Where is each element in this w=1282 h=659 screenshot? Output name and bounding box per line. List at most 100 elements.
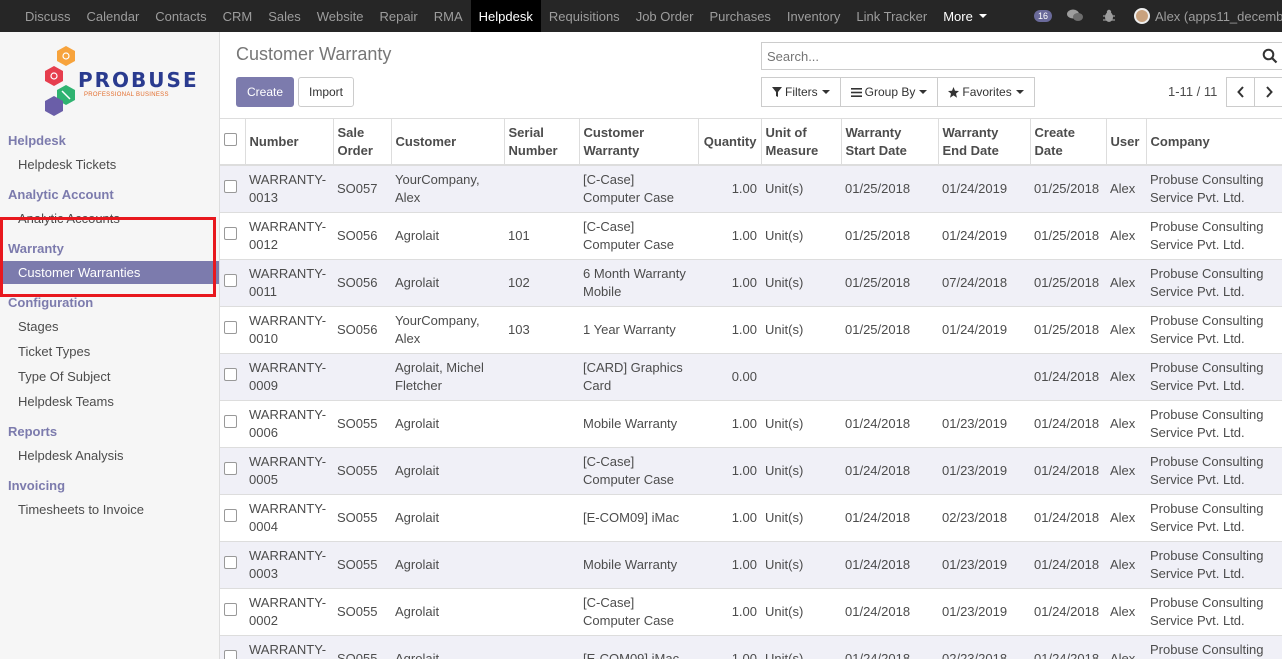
row-checkbox[interactable] bbox=[224, 649, 237, 659]
chat-icon[interactable] bbox=[1064, 0, 1086, 32]
app-menu-item-link-tracker[interactable]: Link Tracker bbox=[848, 0, 935, 32]
group-by-button[interactable]: Group By bbox=[839, 77, 939, 107]
more-menu-button[interactable]: More bbox=[935, 0, 995, 32]
column-header-sale-order[interactable]: Sale Order bbox=[333, 119, 392, 166]
table-row[interactable]: WARRANTY-0011 SO056 Agrolait 102 6 Month War… bbox=[220, 259, 1282, 307]
table-row[interactable]: WARRANTY-0006 SO055 Agrolait Mobile Warrant… bbox=[220, 400, 1282, 448]
menu-header-configuration[interactable]: Configuration bbox=[8, 295, 93, 310]
menu-header-invoicing[interactable]: Invoicing bbox=[8, 478, 65, 493]
search-input[interactable] bbox=[762, 43, 1252, 69]
row-checkbox-cell[interactable] bbox=[220, 588, 245, 636]
table-row[interactable]: WARRANTY-0012 SO056 Agrolait 101 [C-Case] Co… bbox=[220, 212, 1282, 260]
menu-header-analytic-account[interactable]: Analytic Account bbox=[8, 187, 114, 202]
menu-item-stages[interactable]: Stages bbox=[18, 319, 58, 334]
notification-badge[interactable]: 16 bbox=[1034, 10, 1053, 22]
row-checkbox-cell[interactable] bbox=[220, 306, 245, 354]
row-checkbox-cell[interactable] bbox=[220, 165, 245, 213]
chevron-left-icon bbox=[1236, 86, 1244, 98]
table-row[interactable]: WARRANTY-0003 SO055 Agrolait Mobile Warrant… bbox=[220, 541, 1282, 589]
menu-header-reports[interactable]: Reports bbox=[8, 424, 57, 439]
row-checkbox[interactable] bbox=[224, 508, 237, 522]
column-header-customer-warranty[interactable]: Customer Warranty bbox=[579, 119, 699, 166]
pager-next-button[interactable] bbox=[1254, 77, 1282, 107]
app-menu-item-website[interactable]: Website bbox=[309, 0, 372, 32]
app-menu-item-job-order[interactable]: Job Order bbox=[628, 0, 702, 32]
row-checkbox[interactable] bbox=[224, 226, 237, 240]
column-header-number[interactable]: Number bbox=[245, 119, 334, 166]
column-header-serial-number[interactable]: Serial Number bbox=[504, 119, 580, 166]
table-row[interactable]: WARRANTY-0009 Agrolait, Michel Fletcher [C… bbox=[220, 353, 1282, 401]
column-header-create-date[interactable]: Create Date bbox=[1030, 119, 1107, 166]
cell-user: Alex bbox=[1106, 494, 1146, 542]
table-header-row: Number Sale Order Customer Serial Number Cus… bbox=[220, 119, 1282, 166]
app-menu-item-inventory[interactable]: Inventory bbox=[779, 0, 848, 32]
row-checkbox[interactable] bbox=[224, 555, 237, 569]
app-menu-item-contacts[interactable]: Contacts bbox=[147, 0, 214, 32]
filters-button[interactable]: Filters bbox=[761, 77, 841, 107]
row-checkbox[interactable] bbox=[224, 602, 237, 616]
column-header-warranty-end-date[interactable]: Warranty End Date bbox=[938, 119, 1031, 166]
app-menu-item-rma[interactable]: RMA bbox=[426, 0, 471, 32]
row-checkbox[interactable] bbox=[224, 461, 237, 475]
filters-label: Filters bbox=[785, 85, 818, 99]
import-button[interactable]: Import bbox=[298, 77, 354, 107]
table-row[interactable]: WARRANTY-0010 SO056 YourCompany, Alex 103 1 … bbox=[220, 306, 1282, 354]
table-row[interactable]: WARRANTY-0005 SO055 Agrolait [C-Case] Compu… bbox=[220, 447, 1282, 495]
row-checkbox-cell[interactable] bbox=[220, 353, 245, 401]
app-menu-item-crm[interactable]: CRM bbox=[215, 0, 261, 32]
menu-item-type-of-subject[interactable]: Type Of Subject bbox=[18, 369, 111, 384]
table-row[interactable]: WARRANTY-0004 SO055 Agrolait [E-COM09] iMac… bbox=[220, 494, 1282, 542]
column-header-company[interactable]: Company bbox=[1146, 119, 1282, 166]
app-menu-item-calendar[interactable]: Calendar bbox=[79, 0, 148, 32]
app-menu-item-discuss[interactable]: Discuss bbox=[17, 0, 79, 32]
row-checkbox[interactable] bbox=[224, 367, 237, 381]
cell-customer: Agrolait bbox=[391, 635, 504, 659]
cell-warranty-start-date: 01/24/2018 bbox=[841, 541, 938, 589]
cell-user: Alex bbox=[1106, 165, 1146, 213]
menu-item-ticket-types[interactable]: Ticket Types bbox=[18, 344, 90, 359]
menu-item-timesheets-to-invoice[interactable]: Timesheets to Invoice bbox=[18, 502, 144, 517]
menu-item-helpdesk-teams[interactable]: Helpdesk Teams bbox=[18, 394, 114, 409]
bug-icon[interactable] bbox=[1098, 0, 1120, 32]
favorites-button[interactable]: Favorites bbox=[937, 77, 1035, 107]
table-row[interactable]: WARRANTY-0013 SO057 YourCompany, Alex [C-Ca… bbox=[220, 165, 1282, 213]
search-icon[interactable] bbox=[1262, 48, 1278, 64]
select-all-checkbox[interactable] bbox=[224, 132, 237, 146]
table-body: WARRANTY-0013 SO057 YourCompany, Alex [C-Ca… bbox=[220, 165, 1282, 659]
cell-warranty-start-date: 01/25/2018 bbox=[841, 165, 938, 213]
row-checkbox-cell[interactable] bbox=[220, 447, 245, 495]
menu-header-helpdesk[interactable]: Helpdesk bbox=[8, 133, 66, 148]
cell-sale-order: SO056 bbox=[333, 306, 391, 354]
row-checkbox[interactable] bbox=[224, 320, 237, 334]
app-menu-item-requisitions[interactable]: Requisitions bbox=[541, 0, 628, 32]
menu-item-helpdesk-analysis[interactable]: Helpdesk Analysis bbox=[18, 448, 124, 463]
app-menu-item-helpdesk[interactable]: Helpdesk bbox=[470, 0, 541, 32]
menu-item-helpdesk-tickets[interactable]: Helpdesk Tickets bbox=[18, 157, 116, 172]
table-row[interactable]: WARRANTY-0001SO055Agrolait [E-COM09] iMac… bbox=[220, 635, 1282, 659]
cell-unit-of-measure: Unit(s) bbox=[761, 400, 841, 448]
app-menu-item-repair[interactable]: Repair bbox=[371, 0, 425, 32]
column-header-quantity[interactable]: Quantity bbox=[698, 119, 762, 166]
pager-previous-button[interactable] bbox=[1226, 77, 1255, 107]
row-checkbox-cell[interactable] bbox=[220, 635, 245, 659]
create-button[interactable]: Create bbox=[236, 77, 294, 107]
table-row[interactable]: WARRANTY-0002 SO055 Agrolait [C-Case] Compu… bbox=[220, 588, 1282, 636]
row-checkbox[interactable] bbox=[224, 179, 237, 193]
row-checkbox-cell[interactable] bbox=[220, 212, 245, 260]
row-checkbox-cell[interactable] bbox=[220, 259, 245, 307]
column-header-warranty-start-date[interactable]: Warranty Start Date bbox=[841, 119, 939, 166]
row-checkbox-cell[interactable] bbox=[220, 541, 245, 589]
cell-number: WARRANTY-0013 bbox=[245, 165, 333, 213]
app-menu-item-sales[interactable]: Sales bbox=[260, 0, 309, 32]
column-header-unit-of-measure[interactable]: Unit of Measure bbox=[761, 119, 842, 166]
app-menu-item-purchases[interactable]: Purchases bbox=[702, 0, 779, 32]
row-checkbox[interactable] bbox=[224, 414, 237, 428]
column-header-customer[interactable]: Customer bbox=[391, 119, 505, 166]
row-checkbox-cell[interactable] bbox=[220, 494, 245, 542]
column-header-user[interactable]: User bbox=[1106, 119, 1147, 166]
row-checkbox-cell[interactable] bbox=[220, 400, 245, 448]
user-menu[interactable]: Alex (apps11_december bbox=[1134, 8, 1282, 24]
row-checkbox[interactable] bbox=[224, 273, 237, 287]
select-all-checkbox-cell[interactable] bbox=[220, 119, 246, 166]
pager-value[interactable]: 1-11 / 11 bbox=[1168, 84, 1217, 99]
